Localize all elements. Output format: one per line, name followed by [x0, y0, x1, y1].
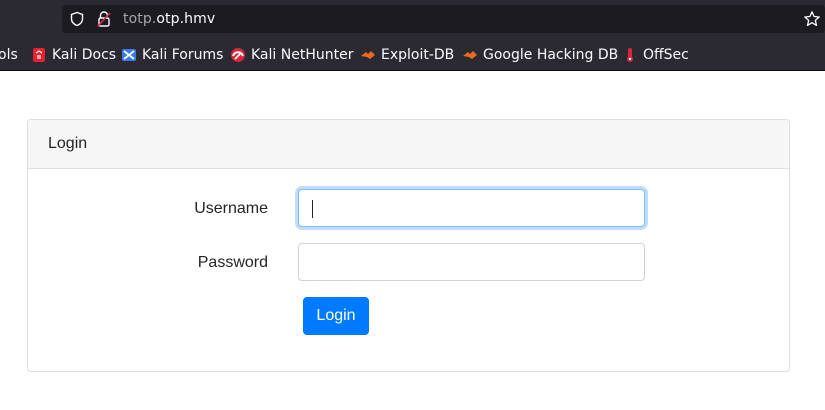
toolbar-left-area: [0, 0, 62, 38]
tracking-shield-icon[interactable]: [69, 11, 85, 27]
bookmark-star-icon[interactable]: [803, 10, 821, 28]
insecure-lock-icon[interactable]: [96, 10, 112, 28]
bookmarks-bar: ols Kali Docs Kali Forums Kali NetHunter…: [0, 38, 825, 71]
bookmark-exploit-db[interactable]: Exploit-DB: [360, 38, 454, 71]
url-domain: otp.hmv: [156, 11, 216, 27]
ghdb-icon: [463, 50, 477, 59]
username-input[interactable]: [298, 189, 645, 227]
bookmark-label: Google Hacking DB: [483, 46, 619, 63]
bookmark-label: Kali Forums: [142, 46, 224, 63]
bookmark-google-hacking-db[interactable]: Google Hacking DB: [462, 38, 618, 71]
bookmark-tools[interactable]: ols: [0, 38, 18, 71]
kali-forums-icon: [122, 48, 136, 61]
bookmark-label: OffSec: [643, 46, 689, 63]
kali-docs-icon: [33, 47, 45, 62]
bookmark-kali-forums[interactable]: Kali Forums: [121, 38, 223, 71]
url-text[interactable]: totp.otp.hmv: [123, 11, 215, 27]
login-button[interactable]: Login: [303, 297, 369, 335]
card-header: Login: [28, 120, 789, 169]
password-label: Password: [197, 254, 268, 271]
offsec-icon: [627, 47, 633, 62]
login-card: Login Username Password Login: [27, 119, 790, 372]
browser-toolbar: totp.otp.hmv: [0, 0, 825, 38]
card-title: Login: [48, 135, 88, 152]
bookmark-label: Exploit-DB: [381, 46, 455, 63]
bookmark-kali-docs[interactable]: Kali Docs: [31, 38, 116, 71]
bookmark-label: Kali Docs: [52, 46, 117, 63]
username-label: Username: [194, 200, 268, 217]
bookmark-kali-nethunter[interactable]: Kali NetHunter: [230, 38, 353, 71]
bookmark-label: ols: [0, 46, 18, 63]
password-input[interactable]: [298, 243, 645, 281]
exploit-db-icon: [361, 50, 375, 59]
kali-nethunter-icon: [231, 47, 245, 62]
bookmark-label: Kali NetHunter: [251, 46, 354, 63]
bookmark-offsec[interactable]: OffSec: [622, 38, 689, 71]
text-caret: [312, 200, 313, 218]
url-bar[interactable]: totp.otp.hmv: [62, 5, 825, 33]
url-subdomain: totp.: [123, 11, 157, 27]
